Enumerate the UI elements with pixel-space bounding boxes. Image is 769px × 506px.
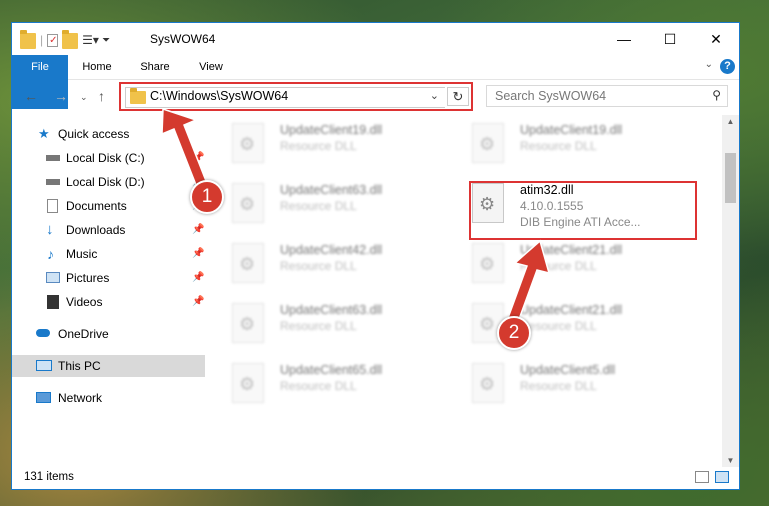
annotation-arrows [161, 107, 551, 323]
arrow-1 [161, 107, 209, 191]
arrow-2 [507, 239, 551, 323]
callout-1: 1 [190, 180, 224, 214]
callout-2: 2 [497, 316, 531, 350]
